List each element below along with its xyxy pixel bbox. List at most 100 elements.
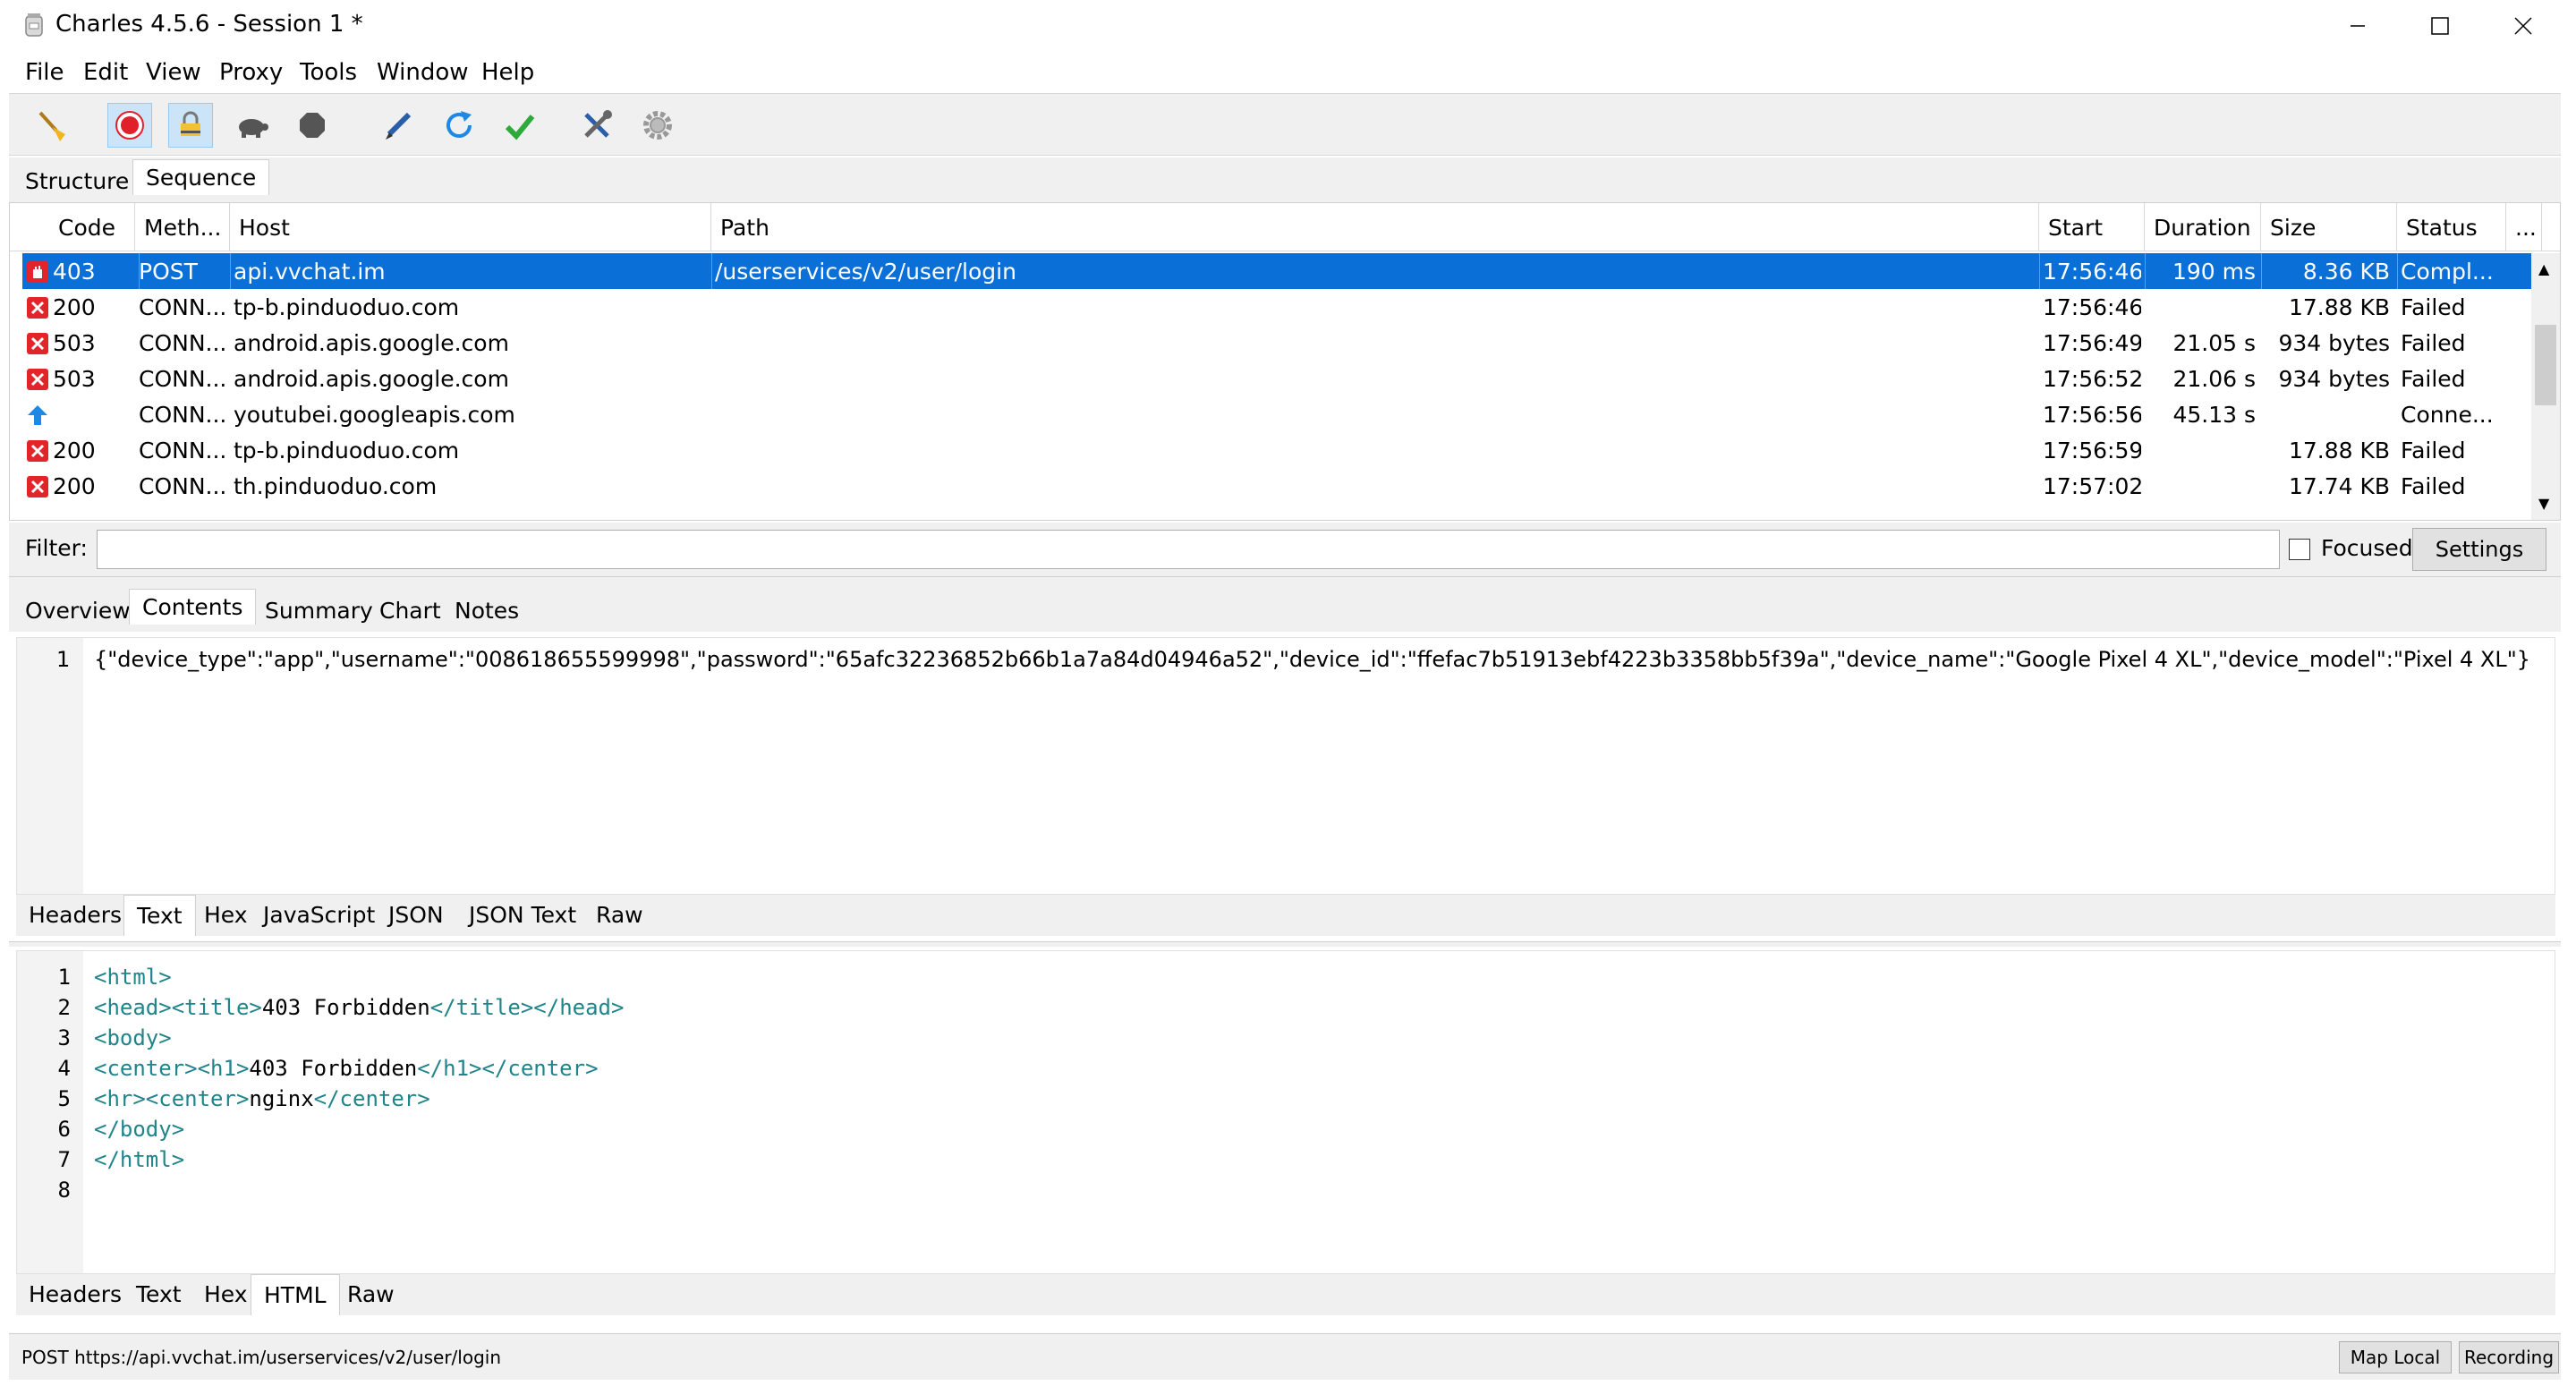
response-line-number: 8 — [57, 1178, 71, 1203]
broom-icon — [38, 111, 65, 141]
request-viewer-tabs: Headers Text Hex JavaScript JSON JSON Te… — [16, 895, 2555, 936]
response-line-number: 7 — [57, 1147, 71, 1172]
req-tab-json-text[interactable]: JSON Text — [456, 897, 589, 932]
filter-settings-button[interactable]: Settings — [2412, 528, 2546, 571]
validate-button[interactable] — [497, 103, 542, 148]
response-code-line[interactable]: <html> — [94, 962, 172, 992]
col-more[interactable]: ... — [2506, 203, 2542, 251]
menu-help[interactable]: Help — [481, 59, 534, 86]
col-status[interactable]: Status — [2397, 203, 2506, 251]
cell-method: CONN... — [139, 293, 227, 320]
table-row[interactable]: CONN... youtubei.googleapis.com 17:56:56 45… — [22, 396, 2533, 432]
cell-start: 17:56:49 — [2043, 329, 2141, 356]
blocked-icon — [26, 260, 49, 284]
cell-host: android.apis.google.com — [234, 365, 509, 392]
record-icon — [115, 111, 144, 140]
cell-size: 934 bytes — [2278, 329, 2390, 356]
cell-start: 17:56:46 — [2043, 293, 2141, 320]
column-divider — [711, 253, 712, 289]
window-title: Charles 4.5.6 - Session 1 * — [55, 11, 363, 38]
response-code-line[interactable]: <body> — [94, 1023, 172, 1053]
repeat-button[interactable] — [437, 103, 481, 148]
response-code-line[interactable]: </html> — [94, 1144, 184, 1175]
tab-overview[interactable]: Overview — [13, 592, 143, 628]
menu-window[interactable]: Window — [377, 59, 469, 86]
table-row[interactable]: 200 CONN... th.pinduoduo.com 17:57:02 17.74 … — [22, 468, 2533, 504]
scroll-up-icon[interactable]: ▲ — [2538, 260, 2549, 277]
request-body-pane[interactable]: 1 {"device_type":"app","username":"00861… — [16, 637, 2555, 895]
focused-checkbox[interactable] — [2289, 539, 2310, 560]
cell-size: 17.74 KB — [2288, 472, 2390, 499]
recording-button[interactable]: Recording — [2459, 1341, 2559, 1373]
table-row[interactable]: 200 CONN... tp-b.pinduoduo.com 17:56:46 17.8… — [22, 289, 2533, 325]
upload-arrow-icon — [26, 404, 49, 427]
req-tab-text[interactable]: Text — [123, 895, 196, 936]
col-host[interactable]: Host — [230, 203, 711, 251]
cell-status: Failed — [2401, 472, 2466, 499]
response-body-pane[interactable]: 1 <html> 2 <head><title>403 Forbidden</titl… — [16, 950, 2555, 1274]
tab-contents[interactable]: Contents — [129, 589, 257, 625]
filter-input[interactable] — [97, 530, 2280, 569]
response-code-line[interactable]: </body> — [94, 1114, 184, 1144]
cell-code: 503 — [53, 365, 96, 392]
menu-view[interactable]: View — [146, 59, 201, 86]
cell-method: CONN... — [139, 365, 227, 392]
col-size[interactable]: Size — [2261, 203, 2397, 251]
charles-jar-icon — [23, 13, 45, 38]
table-row[interactable]: 503 CONN... android.apis.google.com 17:56:5… — [22, 361, 2533, 396]
col-path[interactable]: Path — [711, 203, 2039, 251]
wrench-screwdriver-icon — [584, 110, 612, 138]
throttle-button[interactable] — [229, 103, 274, 148]
maximize-button[interactable] — [2399, 0, 2481, 52]
menu-edit[interactable]: Edit — [83, 59, 128, 86]
table-row[interactable]: 503 CONN... android.apis.google.com 17:56:4… — [22, 325, 2533, 361]
scroll-thumb[interactable] — [2535, 325, 2556, 405]
col-duration[interactable]: Duration — [2145, 203, 2261, 251]
cell-method: CONN... — [139, 472, 227, 499]
menu-file[interactable]: File — [25, 59, 64, 86]
response-code-line[interactable]: <head><title>403 Forbidden</title></head… — [94, 992, 624, 1023]
tab-notes[interactable]: Notes — [442, 592, 531, 628]
ssl-proxying-button[interactable] — [168, 103, 213, 148]
response-code-line[interactable]: <hr><center>nginx</center> — [94, 1084, 430, 1114]
cell-code: 200 — [53, 472, 96, 499]
req-tab-headers[interactable]: Headers — [16, 897, 134, 932]
resp-tab-html[interactable]: HTML — [251, 1274, 340, 1315]
response-splitter[interactable] — [9, 941, 2561, 947]
scroll-down-icon[interactable]: ▼ — [2538, 495, 2549, 512]
col-method[interactable]: Meth... — [135, 203, 230, 251]
request-body-text[interactable]: {"device_type":"app","username":"0086186… — [94, 647, 2530, 672]
tab-structure[interactable]: Structure — [13, 163, 141, 199]
table-row[interactable]: 200 CONN... tp-b.pinduoduo.com 17:56:59 17.8… — [22, 432, 2533, 468]
table-row[interactable]: 403 POST api.vvchat.im/userservices/v2/use… — [22, 253, 2533, 289]
menu-tools[interactable]: Tools — [300, 59, 357, 86]
response-viewer-tabs: Headers Text Hex HTML Raw — [16, 1274, 2555, 1315]
col-code[interactable]: Code — [49, 203, 135, 251]
resp-tab-raw[interactable]: Raw — [335, 1276, 407, 1312]
col-start[interactable]: Start — [2039, 203, 2145, 251]
map-local-button[interactable]: Map Local — [2339, 1341, 2452, 1373]
cell-size: 17.88 KB — [2288, 293, 2390, 320]
settings-button[interactable] — [635, 103, 680, 148]
response-code-line[interactable]: <center><h1>403 Forbidden</h1></center> — [94, 1053, 599, 1084]
tab-chart[interactable]: Chart — [367, 592, 454, 628]
checkmark-icon — [505, 115, 535, 140]
req-tab-javascript[interactable]: JavaScript — [251, 897, 387, 932]
clear-session-button[interactable] — [29, 103, 73, 148]
compose-button[interactable] — [376, 103, 421, 148]
tools-button[interactable] — [574, 103, 619, 148]
close-button[interactable] — [2482, 0, 2564, 52]
resp-tab-headers[interactable]: Headers — [16, 1276, 134, 1312]
breakpoints-button[interactable] — [290, 103, 335, 148]
record-button[interactable] — [107, 103, 152, 148]
splitter[interactable] — [9, 576, 2561, 583]
cell-duration — [2148, 289, 2256, 325]
minimize-button[interactable] — [2317, 0, 2399, 52]
req-tab-json[interactable]: JSON — [376, 897, 456, 932]
resp-tab-text[interactable]: Text — [123, 1276, 194, 1312]
req-tab-raw[interactable]: Raw — [583, 897, 656, 932]
tab-summary[interactable]: Summary — [252, 592, 386, 628]
table-scrollbar[interactable]: ▲ ▼ — [2531, 253, 2560, 520]
menu-proxy[interactable]: Proxy — [219, 59, 283, 86]
tab-sequence[interactable]: Sequence — [132, 159, 270, 195]
